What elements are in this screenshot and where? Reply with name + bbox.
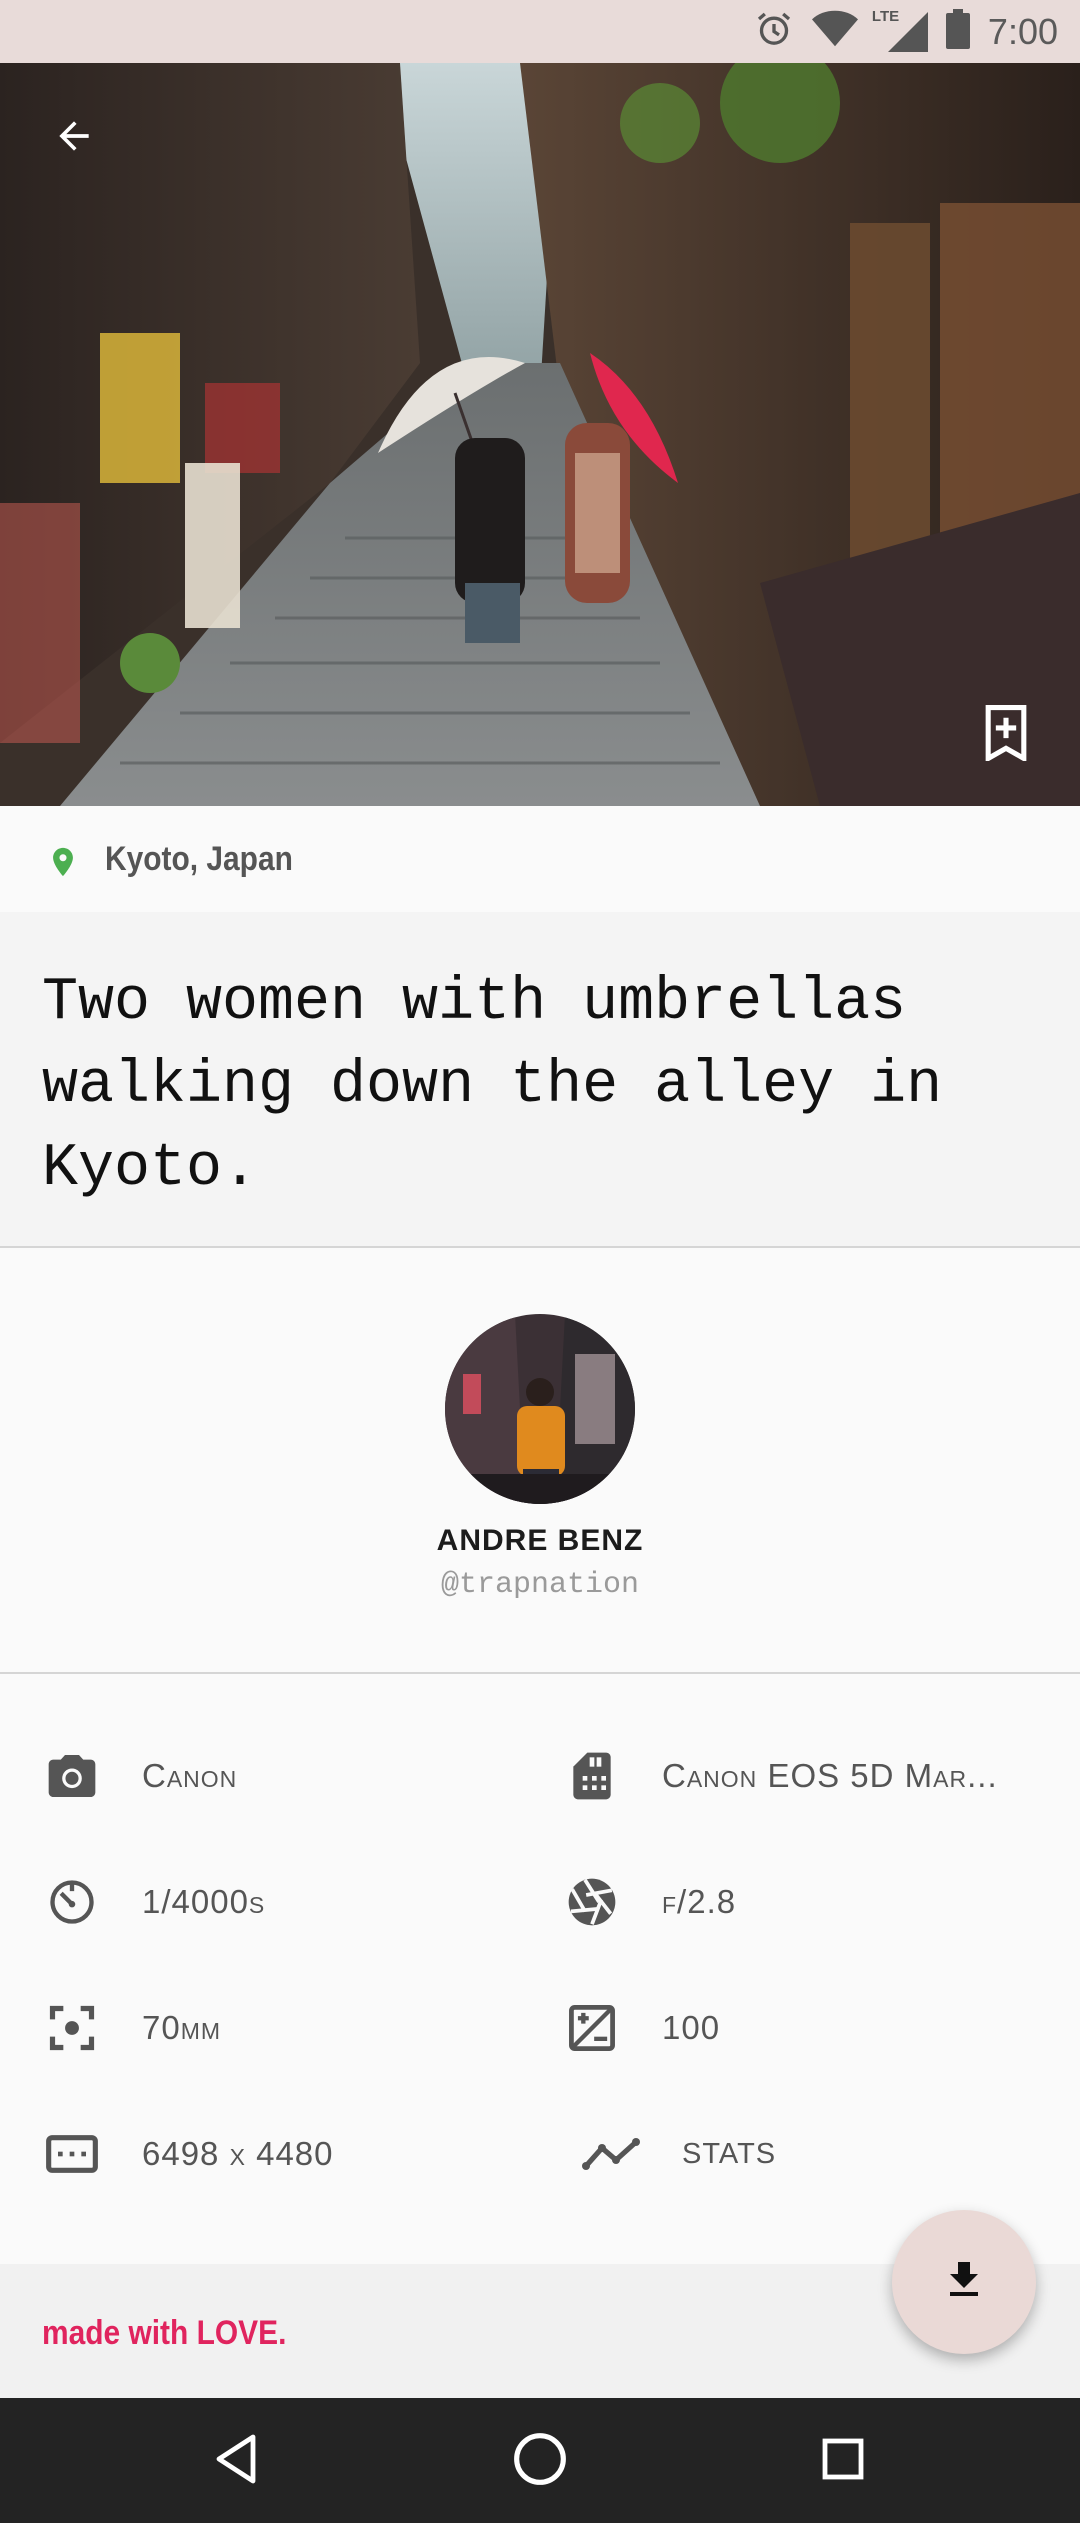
nav-back-button[interactable] <box>204 2428 270 2494</box>
stats-label: STATS <box>682 2137 777 2170</box>
spec-label: 1/4000s <box>142 1883 266 1920</box>
alarm-icon <box>754 9 794 54</box>
stats-button[interactable]: STATS <box>582 2124 776 2184</box>
spec-dimensions: 6498 x 4480 <box>42 2124 334 2184</box>
status-bar: LTE 7:00 <box>0 0 1080 63</box>
exposure-icon <box>562 1998 622 2058</box>
author-name: ANDRE BENZ <box>436 1524 644 1557</box>
shutter-timer-icon <box>42 1872 102 1932</box>
nav-recents-button[interactable] <box>810 2428 876 2494</box>
exif-specs: Canon Canon EOS 5D Mar... 1/4000s f/2.8 … <box>0 1674 1080 2264</box>
avatar[interactable] <box>445 1314 635 1504</box>
hero-photo <box>0 63 1080 806</box>
clock: 7:00 <box>987 10 1058 52</box>
location-row: Kyoto, Japan <box>0 806 1080 912</box>
footer-text: made with LOVE. <box>42 2314 287 2352</box>
spec-camera-model: Canon EOS 5D Mar... <box>562 1746 998 1806</box>
back-triangle-icon <box>213 2433 261 2490</box>
home-circle-icon <box>512 2431 568 2492</box>
spec-iso: 100 <box>562 1998 720 2058</box>
spec-focal-length: 70mm <box>42 1998 221 2058</box>
signal-icon: LTE <box>872 8 928 52</box>
author-handle: @trapnation <box>440 1568 640 1602</box>
spec-label: Canon EOS 5D Mar... <box>662 1757 998 1794</box>
nav-home-button[interactable] <box>507 2428 573 2494</box>
camera-icon <box>42 1746 102 1806</box>
focal-length-icon <box>42 1998 102 2058</box>
dimensions-icon <box>42 2124 102 2184</box>
description-text: Two women with umbrellas walking down th… <box>42 969 943 1203</box>
photo-description: Two women with umbrellas walking down th… <box>0 912 1080 1248</box>
back-button[interactable] <box>46 110 102 166</box>
aperture-icon <box>562 1872 622 1932</box>
spec-label: 100 <box>662 2009 721 2046</box>
spec-camera-make: Canon <box>42 1746 237 1806</box>
bookmark-add-icon <box>980 705 1032 765</box>
location-pin-icon <box>46 844 80 885</box>
spec-label: 6498 x 4480 <box>142 2135 334 2172</box>
stats-icon <box>582 2124 642 2184</box>
wifi-icon <box>811 9 858 54</box>
status-icons: LTE 7:00 <box>754 0 1058 63</box>
sd-card-icon <box>562 1746 622 1806</box>
spec-shutter: 1/4000s <box>42 1872 265 1932</box>
battery-icon <box>945 9 970 54</box>
location-text: Kyoto, Japan <box>105 840 293 878</box>
network-type: LTE <box>871 7 900 25</box>
spec-label: f/2.8 <box>662 1883 737 1920</box>
author-section[interactable]: ANDRE BENZ @trapnation <box>0 1248 1080 1674</box>
bookmark-button[interactable] <box>980 705 1032 763</box>
spec-label: 70mm <box>142 2009 222 2046</box>
spec-label: Canon <box>142 1757 238 1794</box>
system-nav-bar <box>0 2398 1080 2523</box>
recents-square-icon <box>819 2435 867 2488</box>
back-arrow-icon <box>52 114 96 163</box>
spec-aperture: f/2.8 <box>562 1872 736 1932</box>
download-icon <box>940 2256 988 2309</box>
download-button[interactable] <box>892 2210 1036 2354</box>
